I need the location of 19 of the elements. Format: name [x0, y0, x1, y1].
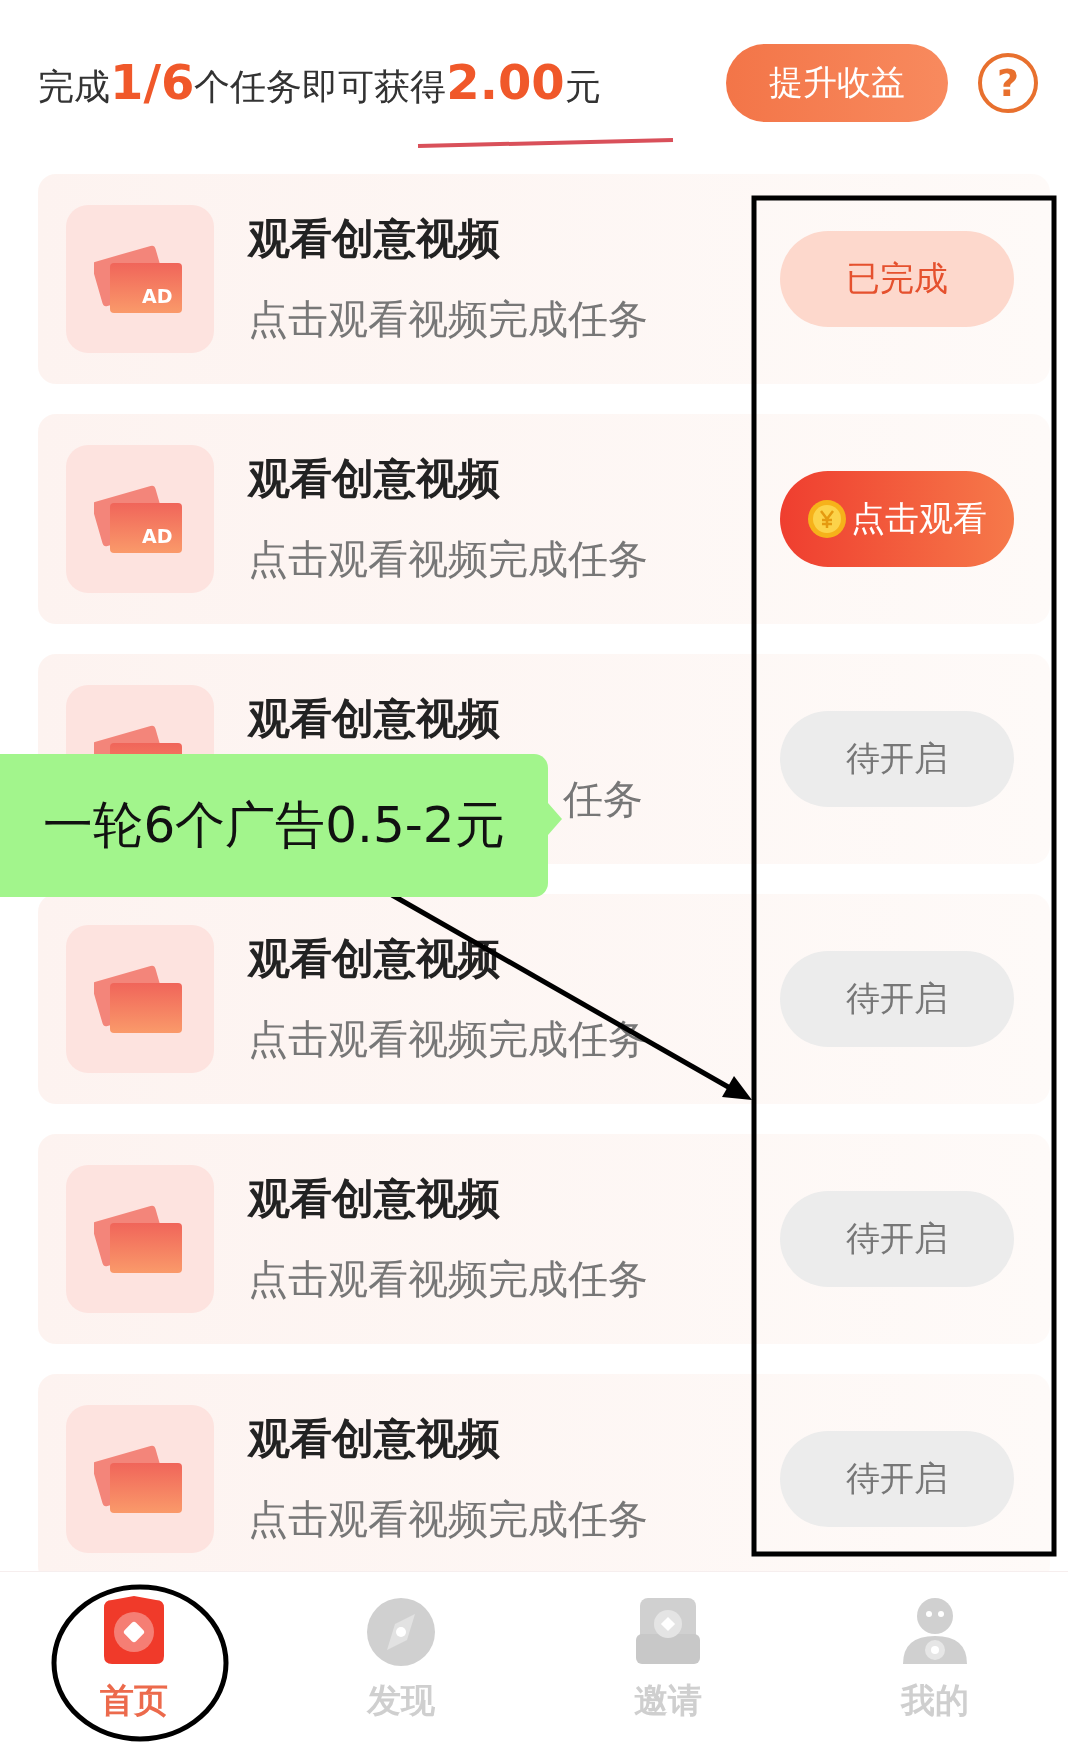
callout-text: 一轮6个广告0.5-2元 — [43, 795, 505, 856]
tab-item[interactable]: 首页 — [0, 1572, 267, 1764]
task-button[interactable]: 已完成 — [780, 231, 1014, 327]
task-button[interactable]: 点击观看 — [780, 471, 1014, 567]
task-description: 点击观看视频完成任务 — [248, 536, 648, 582]
task-title: 观看创意视频 — [248, 453, 501, 505]
help-icon[interactable]: ? — [978, 53, 1038, 113]
ad-label: AD — [142, 287, 173, 306]
task-description: 任务 — [563, 776, 643, 822]
task-title: 观看创意视频 — [248, 213, 501, 265]
task-description: 点击观看视频完成任务 — [248, 1496, 648, 1542]
task-title: 观看创意视频 — [248, 1173, 501, 1225]
task-description: 点击观看视频完成任务 — [248, 296, 648, 342]
task-title: 观看创意视频 — [248, 693, 501, 745]
boost-button[interactable]: 提升收益 — [726, 44, 948, 122]
task-description: 点击观看视频完成任务 — [248, 1256, 648, 1302]
reward-summary: 完成1/6个任务即可获得2.00元 — [38, 54, 602, 112]
task-title: 观看创意视频 — [248, 1413, 501, 1465]
ad-label: AD — [142, 527, 173, 546]
